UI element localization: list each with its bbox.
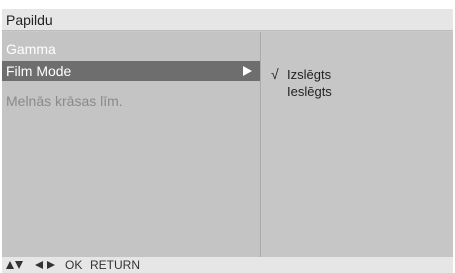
menu-item-label: Film Mode bbox=[6, 63, 72, 79]
submenu-arrow-icon bbox=[243, 66, 252, 76]
menu-list: Gamma Film Mode Melnās krāsas līm. bbox=[2, 32, 261, 257]
footer-ok-label: OK bbox=[65, 258, 83, 272]
option-izslegts[interactable]: Izslēgts bbox=[287, 67, 331, 83]
check-mark-icon: √ bbox=[271, 66, 279, 82]
menu-title: Papildu bbox=[6, 12, 53, 28]
menu-item-gamma[interactable]: Gamma bbox=[2, 39, 260, 59]
menu-item-black-level[interactable]: Melnās krāsas līm. bbox=[2, 91, 260, 111]
option-ieslegts[interactable]: Ieslēgts bbox=[287, 84, 332, 100]
menu-item-label: Melnās krāsas līm. bbox=[6, 93, 123, 109]
footer-return-label: RETURN bbox=[90, 258, 140, 272]
menu-item-film-mode[interactable]: Film Mode bbox=[2, 61, 260, 81]
right-arrow-icon bbox=[47, 261, 55, 269]
menu-item-label: Gamma bbox=[6, 41, 56, 57]
submenu-panel: √ Izslēgts Ieslēgts bbox=[262, 32, 453, 257]
left-arrow-icon bbox=[35, 261, 43, 269]
up-arrow-icon bbox=[6, 261, 14, 269]
osd-menu: Papildu Gamma Film Mode Melnās krāsas lī… bbox=[2, 9, 453, 273]
menu-title-bar: Papildu bbox=[2, 9, 453, 31]
down-arrow-icon bbox=[15, 261, 23, 269]
footer-help-bar: OK RETURN bbox=[2, 257, 453, 273]
